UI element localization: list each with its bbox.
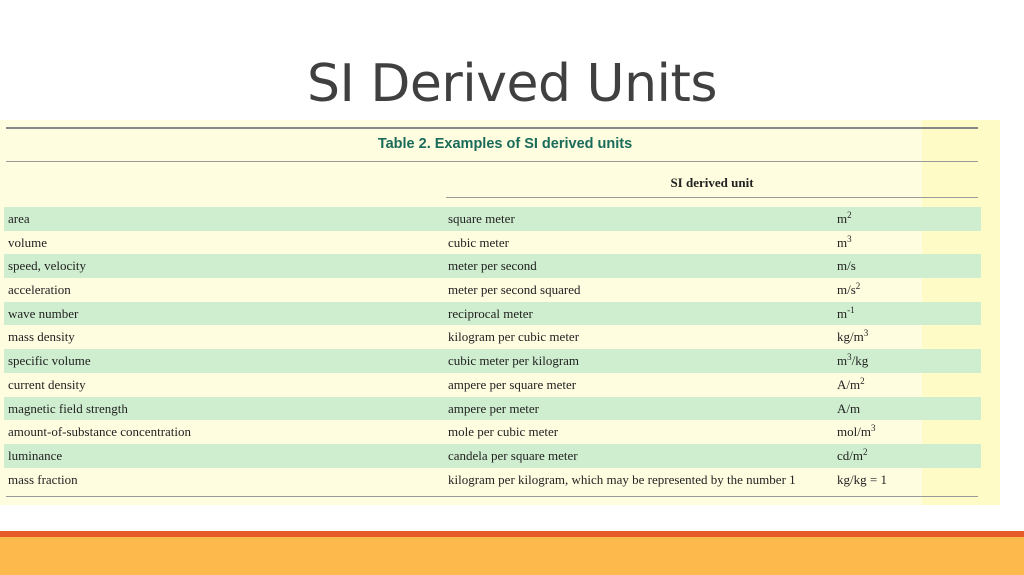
quantity-cell: speed, velocity bbox=[8, 258, 86, 274]
unit-symbol-cell: A/m bbox=[837, 397, 860, 421]
symbol-base: m bbox=[837, 353, 848, 369]
symbol-base: A/m bbox=[837, 376, 861, 392]
table-row: acceleration meter per second squared m/s2 bbox=[4, 278, 981, 302]
table-row: current density ampere per square meter A/… bbox=[4, 373, 981, 397]
symbol-base: m/s bbox=[837, 282, 856, 298]
quantity-cell: specific volume bbox=[8, 353, 91, 369]
unit-name-cell: mole per cubic meter bbox=[448, 424, 559, 440]
unit-symbol-cell: kg/kg = 1 bbox=[837, 468, 887, 492]
table-row: amount-of-substance concentration mole pe… bbox=[4, 420, 981, 444]
unit-name-cell: meter per second squared bbox=[448, 282, 581, 298]
quantity-cell: luminance bbox=[8, 447, 63, 463]
column-header-si-derived-unit: SI derived unit bbox=[670, 175, 754, 190]
symbol-exponent: 3 bbox=[863, 328, 869, 339]
unit-name-cell: reciprocal meter bbox=[448, 305, 533, 321]
unit-name-cell: meter per second bbox=[448, 258, 537, 274]
table-row: luminance candela per square meter cd/m2 bbox=[4, 443, 981, 468]
unit-symbol-cell: cd/m2 bbox=[837, 444, 868, 468]
symbol-base: mol/m bbox=[837, 424, 871, 440]
slide-title: SI Derived Units bbox=[307, 54, 717, 114]
unit-symbol-cell: m/s2 bbox=[837, 278, 860, 302]
table-row: wave number reciprocal meter m-1 bbox=[4, 301, 981, 326]
unit-symbol-cell: m2 bbox=[837, 207, 852, 231]
unit-name-cell: candela per square meter bbox=[448, 447, 578, 463]
unit-symbol-cell: kg/m3 bbox=[837, 325, 868, 349]
quantity-cell: mass density bbox=[8, 329, 75, 345]
symbol-exponent: 3 bbox=[847, 233, 852, 244]
table-row: specific volume cubic meter per kilogram m… bbox=[4, 349, 981, 373]
table-caption: Table 2. Examples of SI derived units bbox=[377, 136, 633, 152]
footer-band bbox=[0, 537, 1024, 575]
unit-name-cell: cubic meter bbox=[448, 234, 509, 250]
table-body: area square meter m2 volume cubic meter m3 spe… bbox=[4, 207, 981, 491]
unit-symbol-cell: m3 bbox=[837, 231, 852, 255]
unit-symbol-cell: m/s bbox=[837, 254, 856, 278]
si-units-table: Table 2. Examples of SI derived units SI… bbox=[0, 120, 1000, 505]
symbol-base: kg/kg = 1 bbox=[837, 471, 887, 487]
table-row: speed, velocity meter per second m/s bbox=[4, 254, 981, 279]
symbol-base: m bbox=[837, 305, 848, 321]
quantity-cell: amount-of-substance concentration bbox=[8, 424, 192, 440]
quantity-cell: current density bbox=[8, 376, 86, 392]
symbol-exponent: 2 bbox=[847, 210, 852, 220]
symbol-base: m/s bbox=[837, 258, 856, 274]
unit-symbol-cell: A/m2 bbox=[837, 373, 865, 397]
unit-name-cell: square meter bbox=[448, 211, 515, 226]
bottom-rule bbox=[6, 496, 978, 497]
symbol-base: A/m bbox=[837, 400, 861, 416]
symbol-exponent: 2 bbox=[863, 446, 868, 457]
quantity-cell: volume bbox=[8, 234, 47, 250]
table-row: magnetic field strength ampere per meter A… bbox=[4, 396, 981, 421]
quantity-cell: area bbox=[8, 211, 30, 226]
symbol-base: kg/m bbox=[837, 329, 864, 345]
caption-rule bbox=[6, 161, 978, 162]
symbol-suffix: /kg bbox=[851, 353, 869, 369]
table-row: mass density kilogram per cubic meter kg/m… bbox=[4, 325, 981, 349]
quantity-cell: acceleration bbox=[8, 282, 71, 298]
unit-name-cell: kilogram per cubic meter bbox=[448, 329, 580, 345]
top-rule bbox=[6, 127, 978, 129]
unit-name-cell: ampere per square meter bbox=[448, 376, 577, 392]
table-row: mass fraction kilogram per kilogram, whic… bbox=[4, 468, 981, 492]
quantity-cell: wave number bbox=[8, 305, 79, 321]
quantity-cell: mass fraction bbox=[8, 471, 78, 487]
unit-name-cell: kilogram per kilogram, which may be repr… bbox=[448, 471, 796, 487]
symbol-exponent: 3 bbox=[870, 423, 876, 434]
unit-symbol-cell: mol/m3 bbox=[837, 420, 875, 444]
symbol-base: m bbox=[837, 211, 848, 226]
quantity-cell: magnetic field strength bbox=[8, 400, 128, 416]
symbol-exponent: 2 bbox=[855, 281, 861, 292]
symbol-base: cd/m bbox=[837, 447, 863, 463]
symbol-exponent: -1 bbox=[847, 304, 855, 315]
table-row: area square meter m2 bbox=[4, 207, 981, 231]
header-rule bbox=[446, 197, 978, 198]
unit-symbol-cell: m-1 bbox=[837, 302, 855, 326]
unit-symbol-cell: m3/kg bbox=[837, 349, 868, 373]
unit-name-cell: ampere per meter bbox=[448, 400, 539, 416]
symbol-base: m bbox=[837, 234, 848, 250]
symbol-exponent: 2 bbox=[860, 375, 865, 386]
table-row: volume cubic meter m3 bbox=[4, 231, 981, 255]
unit-name-cell: cubic meter per kilogram bbox=[448, 353, 580, 369]
